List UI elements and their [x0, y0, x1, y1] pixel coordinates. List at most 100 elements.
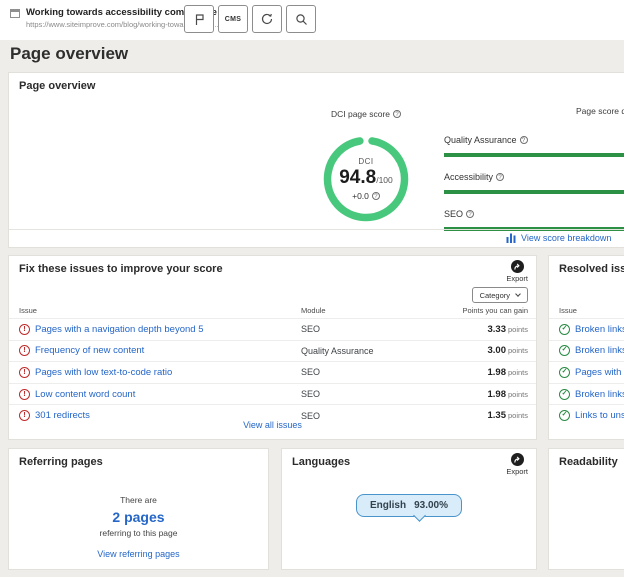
fix-issues-title: Fix these issues to improve your score	[19, 263, 223, 275]
metric-seo: SEO	[444, 204, 624, 231]
error-circle-icon	[19, 367, 30, 378]
dci-score-max: /100	[376, 175, 393, 185]
resolved-issue-link[interactable]: Links to unsafe domains	[575, 410, 624, 421]
dci-score-delta: +0.0	[352, 191, 369, 201]
resolved-issues-title: Resolved issues	[559, 263, 624, 275]
points-suffix: points	[508, 346, 528, 355]
tooltip-tail	[413, 509, 426, 522]
resolved-issue-link[interactable]: Broken links on level	[575, 389, 624, 400]
referring-pages-card: Referring pages There are 2 pages referr…	[8, 448, 269, 570]
fix-issues-card: Fix these issues to improve your score E…	[8, 255, 537, 440]
view-score-breakdown-link[interactable]: View score breakdown	[521, 233, 611, 243]
check-circle-icon	[559, 324, 570, 335]
info-icon[interactable]	[466, 210, 474, 218]
table-row: Broken links on level	[549, 383, 624, 405]
resolved-issue-link[interactable]: Broken links (overall)	[575, 324, 624, 335]
table-row: Broken links (overall)	[549, 318, 624, 340]
language-tooltip: English93.00%	[356, 494, 462, 517]
metric-quality-assurance: Quality Assurance	[444, 130, 624, 157]
score-development-title: Page score development	[576, 106, 624, 116]
column-header-points: Points you can gain	[463, 306, 528, 315]
category-dropdown-label: Category	[480, 291, 510, 300]
export-label: Export	[506, 274, 528, 283]
divider	[9, 229, 624, 230]
refresh-icon	[260, 12, 274, 26]
cms-button[interactable]: CMS	[218, 5, 248, 33]
dci-gauge-section: DCI page score DCI 94.8/100 +0.0	[291, 109, 441, 222]
referring-pages-title: Referring pages	[19, 456, 103, 468]
languages-title: Languages	[292, 456, 350, 468]
metric-label: Accessibility	[444, 172, 493, 182]
cms-button-label: CMS	[225, 16, 241, 23]
refresh-button[interactable]	[252, 5, 282, 33]
page-icon	[10, 9, 20, 18]
check-circle-icon	[559, 367, 570, 378]
metric-label: SEO	[444, 209, 463, 219]
issue-link[interactable]: Pages with a navigation depth beyond 5	[35, 324, 204, 335]
overview-card-title: Page overview	[19, 80, 95, 92]
flag-page-button[interactable]	[184, 5, 214, 33]
export-button[interactable]: Export	[506, 453, 528, 476]
table-row: Pages with slow load time	[549, 361, 624, 383]
page-title: Page overview	[10, 44, 128, 64]
issue-module: Quality Assurance	[301, 346, 374, 356]
info-icon[interactable]	[496, 173, 504, 181]
column-header-module: Module	[301, 306, 326, 315]
issue-points: 3.33	[487, 324, 506, 335]
table-row: Low content word count SEO 1.98points	[9, 383, 536, 405]
page-overview-dashboard: Working towards accessibility compliance…	[0, 0, 624, 577]
check-circle-icon	[559, 345, 570, 356]
readability-title: Readability	[559, 456, 618, 468]
error-circle-icon	[19, 389, 30, 400]
info-icon[interactable]	[520, 136, 528, 144]
metric-accessibility: Accessibility	[444, 167, 624, 194]
issue-module: SEO	[301, 389, 320, 399]
referring-count-link[interactable]: 2 pages	[9, 509, 268, 525]
resolved-issue-link[interactable]: Broken links at page level	[575, 345, 624, 356]
resolved-issue-link[interactable]: Pages with slow load time	[575, 367, 624, 378]
table-row: Pages with low text-to-code ratio SEO 1.…	[9, 361, 536, 383]
check-circle-icon	[559, 389, 570, 400]
export-button[interactable]: Export	[506, 260, 528, 283]
issue-link[interactable]: Frequency of new content	[35, 345, 144, 356]
points-suffix: points	[508, 368, 528, 377]
search-icon	[295, 13, 308, 26]
view-all-issues-link[interactable]: View all issues	[243, 420, 302, 430]
column-header-issue: Issue	[19, 306, 37, 315]
metric-bar	[444, 153, 624, 157]
export-icon	[511, 453, 524, 466]
view-referring-pages-link[interactable]: View referring pages	[97, 549, 179, 559]
issue-module: SEO	[301, 324, 320, 334]
resolved-table: Broken links (overall) Broken links at p…	[549, 318, 624, 426]
error-circle-icon	[19, 345, 30, 356]
language-name: English	[370, 500, 406, 511]
issue-points: 1.98	[487, 367, 506, 378]
export-label: Export	[506, 467, 528, 476]
export-icon	[511, 260, 524, 273]
issue-link[interactable]: Pages with low text-to-code ratio	[35, 367, 172, 378]
toolbar: Working towards accessibility compliance…	[0, 0, 624, 40]
info-icon[interactable]	[393, 110, 401, 118]
info-icon[interactable]	[372, 192, 380, 200]
column-header-issue: Issue	[559, 306, 577, 315]
referring-line2: referring to this page	[9, 528, 268, 538]
error-circle-icon	[19, 324, 30, 335]
category-dropdown[interactable]: Category	[472, 287, 528, 303]
dci-gauge-label: DCI page score	[331, 109, 390, 119]
readability-card: Readability	[548, 448, 624, 570]
issue-link[interactable]: Low content word count	[35, 389, 135, 400]
flag-icon	[193, 13, 206, 26]
issues-table: Pages with a navigation depth beyond 5 S…	[9, 318, 536, 426]
dci-gauge: DCI 94.8/100 +0.0	[323, 136, 409, 222]
table-row: Pages with a navigation depth beyond 5 S…	[9, 318, 536, 340]
gauge-acronym: DCI	[358, 157, 373, 166]
page-overview-card: Page overview DCI page score DCI 94.8/10…	[8, 72, 624, 248]
referring-line1: There are	[9, 495, 268, 505]
resolved-issues-card: Resolved issues Issue Broken links (over…	[548, 255, 624, 440]
issue-points: 3.00	[487, 345, 506, 356]
search-button[interactable]	[286, 5, 316, 33]
table-row: Broken links at page level	[549, 340, 624, 362]
languages-card: Languages Export English93.00%	[281, 448, 537, 570]
chevron-down-icon	[515, 291, 521, 297]
dci-score-value: 94.8	[339, 167, 376, 188]
